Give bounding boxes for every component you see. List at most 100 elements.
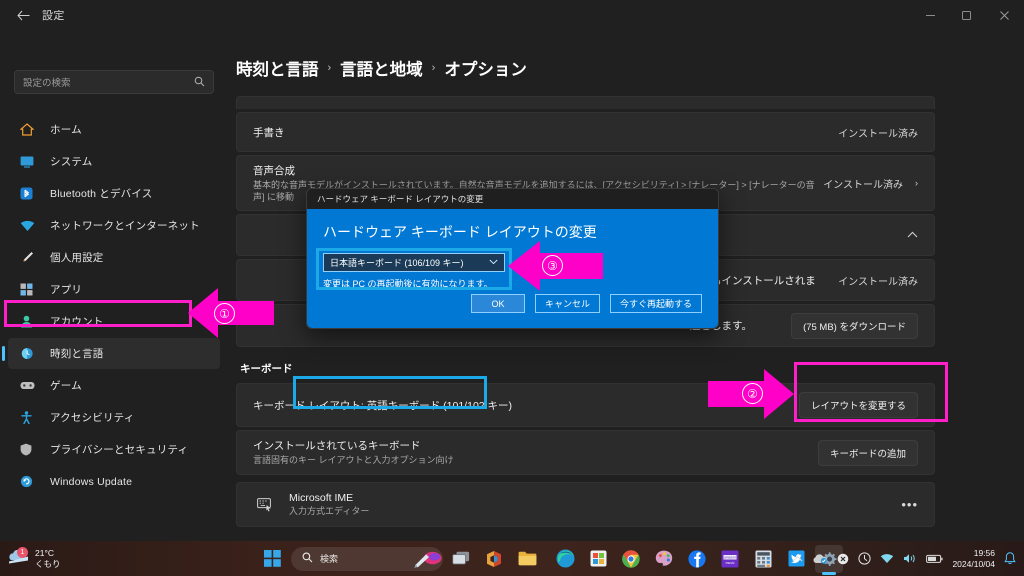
taskbar-clock[interactable]: 19:56 2024/10/04 <box>952 548 995 570</box>
windows-start-icon[interactable] <box>258 545 286 573</box>
sidebar-item-label: プライバシーとセキュリティ <box>50 444 189 456</box>
sidebar-item-label: システム <box>50 156 93 168</box>
dialog-titlebar: ハードウェア キーボード レイアウトの変更 <box>307 189 718 209</box>
sidebar-item-label: ネットワークとインターネット <box>50 220 200 232</box>
breadcrumb-separator: › <box>327 62 332 74</box>
sidebar-item-label: アクセシビリティ <box>50 412 135 424</box>
file-explorer-icon[interactable] <box>513 545 541 573</box>
weather-text: 21°C くもり <box>35 548 61 569</box>
system-tray: 19:56 2024/10/04 <box>792 548 1016 570</box>
breadcrumb-item-2[interactable]: 言語と地域 <box>340 56 423 80</box>
sidebar-item-home[interactable]: ホーム <box>8 114 220 145</box>
close-button[interactable] <box>984 0 1024 30</box>
sidebar-item-system[interactable]: システム <box>8 146 220 177</box>
breadcrumb-separator: › <box>431 62 436 74</box>
screen: 設定 設定の検索 ホーム システム Bluetooth とデバイス ネットワーク… <box>0 0 1024 576</box>
back-button[interactable] <box>8 3 38 27</box>
chevron-right-icon: › <box>915 178 918 189</box>
sidebar-item-label: ゲーム <box>50 380 82 392</box>
ime-title: Microsoft IME <box>289 491 354 504</box>
sidebar-item-network[interactable]: ネットワークとインターネット <box>8 210 220 241</box>
breadcrumb-item-1[interactable]: 時刻と言語 <box>236 56 319 80</box>
tray-overflow-icon[interactable] <box>792 555 803 563</box>
behind-row-2-action: (75 MB) をダウンロード <box>791 312 918 339</box>
download-button[interactable]: (75 MB) をダウンロード <box>791 312 918 339</box>
search-placeholder: 設定の検索 <box>23 78 71 89</box>
copilot-paint-icon[interactable] <box>414 545 442 573</box>
sidebar-item-label: アプリ <box>50 284 83 296</box>
dialog-body: ハードウェア キーボード レイアウトの変更 日本語キーボード (106/109 … <box>307 209 718 328</box>
ime-subtitle: 入力方式エディター <box>289 505 370 516</box>
sidebar-item-label: Bluetooth とデバイス <box>50 188 153 200</box>
sidebar-item-gaming[interactable]: ゲーム <box>8 370 220 401</box>
calculator-icon[interactable] <box>749 545 777 573</box>
chrome-icon[interactable] <box>617 545 645 573</box>
sidebar: 設定の検索 ホーム システム Bluetooth とデバイス ネットワークとイン… <box>0 30 228 541</box>
sidebar-item-personalization[interactable]: 個人用設定 <box>8 242 220 273</box>
remove-device-icon[interactable] <box>837 553 849 565</box>
keyboard-layout-select-value: 日本語キーボード (106/109 キー) <box>330 258 464 268</box>
ok-button[interactable]: OK <box>470 294 525 313</box>
status-badge: インストール済み <box>838 128 918 140</box>
system-icon <box>20 154 40 170</box>
microsoft-365-icon[interactable] <box>480 545 508 573</box>
sidebar-item-bluetooth[interactable]: Bluetooth とデバイス <box>8 178 220 209</box>
gamepad-icon <box>20 378 40 394</box>
hardware-keyboard-expand[interactable] <box>907 230 918 240</box>
sidebar-item-time-language[interactable]: 時刻と言語 <box>2 338 220 369</box>
installed-keyboards-subtitle: 言語固有のキー レイアウトと入力オプション向け <box>253 455 454 466</box>
sidebar-item-accessibility[interactable]: アクセシビリティ <box>8 402 220 433</box>
handwriting-row[interactable]: 手書き インストール済み <box>236 112 935 152</box>
microsoft-store-icon[interactable] <box>584 545 612 573</box>
search-input[interactable]: 設定の検索 <box>14 70 214 94</box>
sidebar-nav: ホーム システム Bluetooth とデバイス ネットワークとインターネット … <box>0 108 228 497</box>
keyboard-section-heading: キーボード <box>240 363 293 376</box>
status-badge: インストール済み <box>838 276 918 288</box>
taskbar-weather-widget[interactable]: 1 21°C くもり <box>8 547 128 569</box>
wifi-icon <box>20 218 40 234</box>
ime-more[interactable]: ••• <box>901 497 918 512</box>
edge-icon[interactable] <box>551 545 579 573</box>
bell-icon[interactable] <box>1004 552 1016 565</box>
onedrive-icon[interactable] <box>812 553 828 564</box>
sidebar-item-apps[interactable]: アプリ <box>8 274 220 305</box>
sidebar-item-label: 時刻と言語 <box>50 348 104 360</box>
window-titlebar: 設定 <box>0 0 1024 30</box>
weather-condition: くもり <box>35 558 61 569</box>
account-icon <box>20 314 40 330</box>
accessibility-icon <box>20 410 40 426</box>
paint-icon[interactable] <box>650 545 678 573</box>
handwriting-status: インストール済み <box>838 125 918 140</box>
svg-text:amazon: amazon <box>724 555 736 559</box>
search-container: 設定の検索 <box>0 70 228 108</box>
sidebar-item-privacy[interactable]: プライバシーとセキュリティ <box>8 434 220 465</box>
taskbar-center: 検索 amazon music <box>258 544 843 573</box>
minimize-button[interactable] <box>912 0 948 30</box>
restart-now-button[interactable]: 今すぐ再起動する <box>609 294 702 313</box>
svg-text:music: music <box>726 561 735 565</box>
facebook-icon[interactable] <box>683 545 711 573</box>
ime-text: Microsoft IME 入力方式エディター <box>289 492 901 518</box>
breadcrumb-item-3: オプション <box>444 61 527 79</box>
task-view-icon[interactable] <box>447 545 475 573</box>
handwriting-title: 手書き <box>253 126 285 139</box>
maximize-button[interactable] <box>948 0 984 30</box>
history-icon[interactable] <box>858 552 872 565</box>
weather-badge: 1 <box>17 547 28 558</box>
dialog-heading: ハードウェア キーボード レイアウトの変更 <box>323 224 597 240</box>
battery-icon[interactable] <box>926 554 944 564</box>
keyboard-layout-row[interactable]: キーボード レイアウト: 英語キーボード (101/102 キー) レイアウトを… <box>236 383 935 428</box>
ime-row[interactable]: Microsoft IME 入力方式エディター ••• <box>236 482 935 528</box>
change-layout-button[interactable]: レイアウトを変更する <box>798 392 918 419</box>
volume-icon[interactable] <box>903 553 917 564</box>
sidebar-item-accounts[interactable]: アカウント <box>8 306 220 337</box>
add-keyboard-button[interactable]: キーボードの追加 <box>817 439 918 466</box>
apps-icon <box>20 282 40 298</box>
sidebar-item-label: アカウント <box>50 316 104 328</box>
amazon-music-icon[interactable]: amazon music <box>716 545 744 573</box>
cancel-button[interactable]: キャンセル <box>534 294 600 313</box>
installed-keyboards-text: インストールされているキーボード 言語固有のキー レイアウトと入力オプション向け <box>253 438 818 467</box>
wifi-icon[interactable] <box>880 553 894 564</box>
keyboard-layout-select[interactable]: 日本語キーボード (106/109 キー) <box>323 253 505 272</box>
sidebar-item-windows-update[interactable]: Windows Update <box>8 466 220 497</box>
